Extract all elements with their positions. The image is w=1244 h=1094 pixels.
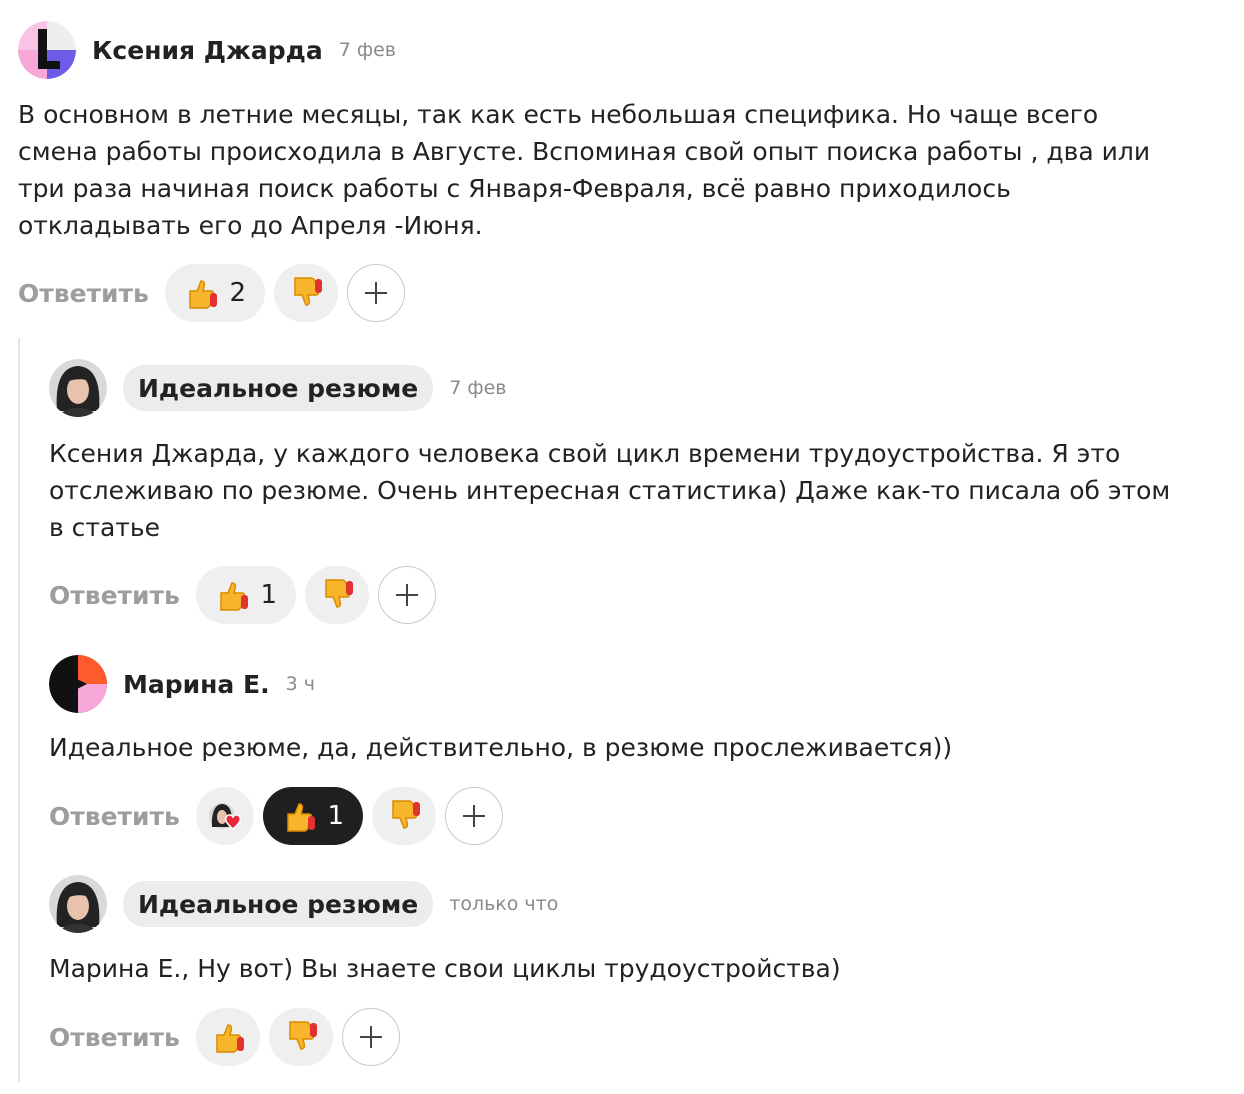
- comment-text-line: Марина Е., Ну вот) Вы знаете свои циклы …: [49, 954, 841, 983]
- comment-time: 7 фев: [338, 39, 396, 61]
- like-button-active[interactable]: 1: [262, 787, 363, 845]
- dislike-button[interactable]: [273, 264, 338, 322]
- comment-time: 7 фев: [449, 377, 507, 399]
- reply-button[interactable]: Ответить: [49, 581, 180, 610]
- like-button[interactable]: 2: [164, 264, 265, 322]
- add-reaction-button[interactable]: [341, 1008, 400, 1066]
- like-count: 2: [229, 278, 247, 308]
- like-button[interactable]: [195, 1008, 260, 1066]
- thumbs-down-icon: [284, 1020, 318, 1054]
- plus-icon: [363, 280, 389, 306]
- add-reaction-button[interactable]: [377, 566, 436, 624]
- comment-header: Марина Е. 3 ч: [49, 655, 315, 713]
- plus-icon: [358, 1024, 384, 1050]
- add-reaction-button[interactable]: [444, 787, 503, 845]
- comment-time: 3 ч: [285, 673, 315, 695]
- author-name[interactable]: Ксения Джарда: [92, 36, 323, 65]
- comment-text-line: в статье: [49, 513, 160, 542]
- thumbs-down-icon: [289, 276, 323, 310]
- thumbs-up-icon: [282, 799, 316, 833]
- thumbs-down-icon: [387, 799, 421, 833]
- author-name[interactable]: Идеальное резюме: [123, 365, 434, 411]
- comment-time: только что: [449, 893, 559, 915]
- plus-icon: [461, 803, 487, 829]
- like-button[interactable]: 1: [195, 566, 296, 624]
- comment-actions: Ответить 1: [49, 566, 436, 624]
- comment-text-line: Ксения Джарда, у каждого человека свой ц…: [49, 439, 1121, 468]
- comment-header: Идеальное резюме 7 фев: [49, 359, 507, 417]
- like-count: 1: [327, 801, 345, 831]
- reply-button[interactable]: Ответить: [49, 802, 180, 831]
- comment-text-line: отслеживаю по резюме. Очень интересная с…: [49, 476, 1171, 505]
- reply-button[interactable]: Ответить: [49, 1023, 180, 1052]
- comment-text: Идеальное резюме, да, действительно, в р…: [49, 729, 952, 766]
- comment-text-line: смена работы происходила в Августе. Вспо…: [18, 137, 1151, 166]
- plus-icon: [394, 582, 420, 608]
- comment-text-line: В основном в летние месяцы, так как есть…: [18, 100, 1099, 129]
- comment-actions: Ответить 2: [18, 264, 405, 322]
- thumbs-down-icon: [320, 578, 354, 612]
- avatar-with-heart-icon: [206, 799, 244, 833]
- comment-actions: Ответить: [49, 1008, 400, 1066]
- avatar[interactable]: [18, 21, 76, 79]
- avatar[interactable]: [49, 875, 107, 933]
- add-reaction-button[interactable]: [346, 264, 405, 322]
- comment-text: Марина Е., Ну вот) Вы знаете свои циклы …: [49, 950, 841, 987]
- thumbs-up-icon: [211, 1020, 245, 1054]
- dislike-button[interactable]: [304, 566, 369, 624]
- dislike-button[interactable]: [268, 1008, 333, 1066]
- like-count: 1: [260, 580, 278, 610]
- author-name[interactable]: Марина Е.: [123, 670, 270, 699]
- thumbs-up-icon: [184, 276, 218, 310]
- comment-text-line: Идеальное резюме, да, действительно, в р…: [49, 733, 953, 762]
- thread-line: [18, 338, 20, 1082]
- author-name[interactable]: Идеальное резюме: [123, 881, 434, 927]
- comment-text-line: откладывать его до Апреля -Июня.: [18, 211, 483, 240]
- reacted-users-button[interactable]: [195, 787, 254, 845]
- comment-header: Идеальное резюме только что: [49, 875, 558, 933]
- comment-header: Ксения Джарда 7 фев: [18, 21, 396, 79]
- dislike-button[interactable]: [371, 787, 436, 845]
- comment-text-line: три раза начиная поиск работы с Января-Ф…: [18, 174, 1011, 203]
- comment-actions: Ответить 1: [49, 787, 503, 845]
- avatar[interactable]: [49, 359, 107, 417]
- thumbs-up-icon: [215, 578, 249, 612]
- comment-text: Ксения Джарда, у каждого человека свой ц…: [49, 435, 1170, 546]
- comment-text: В основном в летние месяцы, так как есть…: [18, 96, 1150, 244]
- avatar[interactable]: [49, 655, 107, 713]
- reply-button[interactable]: Ответить: [18, 279, 149, 308]
